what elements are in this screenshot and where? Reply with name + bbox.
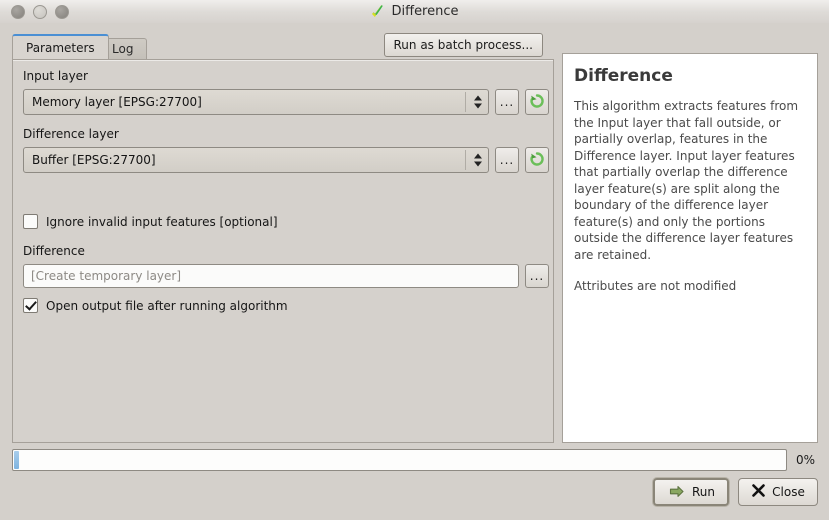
- ignore-invalid-features-checkbox-row[interactable]: Ignore invalid input features [optional]: [23, 214, 278, 229]
- chevron-updown-icon: [474, 95, 482, 109]
- progress-percent-label: 0%: [796, 453, 816, 467]
- difference-layer-value: Buffer [EPSG:27700]: [32, 153, 156, 167]
- algorithm-help-panel: Difference This algorithm extracts featu…: [562, 53, 818, 443]
- difference-layer-combo[interactable]: Buffer [EPSG:27700]: [23, 147, 489, 173]
- run-as-batch-process-button[interactable]: Run as batch process...: [383, 33, 543, 57]
- minimize-window-button[interactable]: [33, 4, 47, 19]
- help-paragraph-2: Attributes are not modified: [574, 279, 737, 293]
- input-layer-combo[interactable]: Memory layer [EPSG:27700]: [23, 89, 489, 115]
- window-controls: [11, 4, 69, 19]
- ignore-invalid-features-checkbox[interactable]: [23, 214, 38, 229]
- input-layer-label: Input layer: [23, 69, 88, 83]
- output-label: Difference: [23, 244, 85, 258]
- difference-layer-combo-separator: [465, 150, 466, 170]
- run-button-label: Run: [692, 485, 716, 499]
- open-output-label: Open output file after running algorithm: [46, 298, 288, 313]
- difference-layer-browse-label: ...: [499, 153, 515, 167]
- input-layer-row: Memory layer [EPSG:27700] ...: [23, 89, 549, 115]
- output-row: [Create temporary layer] ...: [23, 264, 549, 288]
- dialog-content: Parameters Log Run as batch process... I…: [0, 23, 829, 520]
- progress-bar-fill: [14, 451, 19, 469]
- tab-parameters[interactable]: Parameters: [12, 34, 109, 59]
- help-title: Difference: [574, 66, 673, 86]
- title-center-group: Difference: [0, 4, 829, 19]
- title-bar: Difference: [0, 0, 829, 24]
- iterate-features-icon: [529, 93, 545, 112]
- iterate-features-icon: [529, 151, 545, 170]
- input-layer-browse-button[interactable]: ...: [495, 89, 519, 115]
- difference-layer-browse-button[interactable]: ...: [495, 147, 519, 173]
- tab-parameters-label: Parameters: [26, 40, 95, 55]
- difference-dialog-window: Difference Parameters Log Run as batch p…: [0, 0, 829, 520]
- ignore-invalid-features-label: Ignore invalid input features [optional]: [46, 214, 278, 229]
- difference-layer-iterate-button[interactable]: [525, 147, 549, 173]
- maximize-window-button[interactable]: [55, 4, 69, 19]
- close-button-label: Close: [772, 485, 805, 499]
- input-layer-value: Memory layer [EPSG:27700]: [32, 95, 202, 109]
- run-as-batch-process-label: Run as batch process...: [393, 38, 534, 52]
- output-browse-label: ...: [529, 269, 545, 283]
- qgis-processing-icon: [370, 4, 385, 19]
- window-title: Difference: [391, 4, 459, 19]
- close-button[interactable]: Close: [738, 478, 818, 506]
- open-output-checkbox[interactable]: [23, 298, 38, 313]
- dialog-button-row: Run Close: [653, 478, 818, 506]
- tab-log-label: Log: [112, 42, 134, 56]
- input-layer-combo-separator: [465, 92, 466, 112]
- input-layer-browse-label: ...: [499, 95, 515, 109]
- x-icon: [751, 483, 766, 501]
- output-path-input[interactable]: [Create temporary layer]: [23, 264, 519, 288]
- green-arrow-icon: [667, 482, 686, 502]
- progress-bar: [12, 449, 787, 471]
- progress-row: 0%: [12, 448, 818, 472]
- help-paragraph-1: This algorithm extracts features from th…: [574, 99, 799, 262]
- close-window-button[interactable]: [11, 4, 25, 19]
- output-path-value: [Create temporary layer]: [31, 269, 182, 283]
- difference-layer-row: Buffer [EPSG:27700] ...: [23, 147, 549, 173]
- run-button[interactable]: Run: [653, 478, 729, 506]
- open-output-checkbox-row[interactable]: Open output file after running algorithm: [23, 298, 288, 313]
- parameters-panel: Run as batch process... Input layer Memo…: [12, 33, 554, 443]
- chevron-updown-icon: [474, 153, 482, 167]
- output-browse-button[interactable]: ...: [525, 264, 549, 288]
- input-layer-iterate-button[interactable]: [525, 89, 549, 115]
- difference-layer-label: Difference layer: [23, 127, 119, 141]
